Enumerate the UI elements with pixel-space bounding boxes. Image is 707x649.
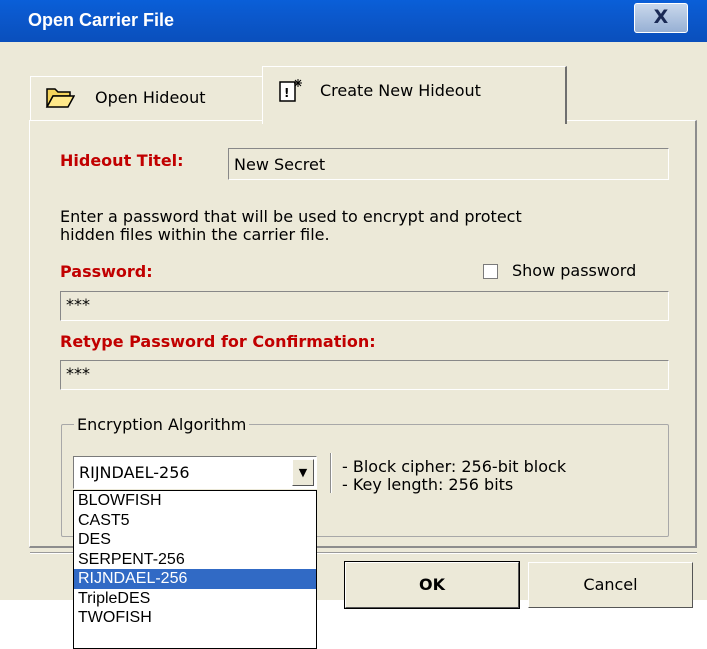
- cancel-button[interactable]: Cancel: [528, 562, 693, 608]
- password-input[interactable]: ***: [60, 291, 669, 321]
- show-password-label[interactable]: Show password: [512, 262, 636, 280]
- tab-open-hideout[interactable]: Open Hideout: [30, 76, 264, 120]
- folder-open-icon: [45, 88, 75, 108]
- show-password-checkbox[interactable]: [483, 264, 498, 279]
- tab-open-hideout-label: Open Hideout: [95, 88, 206, 107]
- tab-create-new-hideout[interactable]: ! Create New Hideout: [262, 66, 567, 124]
- algorithm-option-highlighted[interactable]: RIJNDAEL-256: [74, 569, 316, 589]
- instructions-line-1: Enter a password that will be used to en…: [60, 207, 522, 226]
- svg-text:!: !: [284, 86, 289, 100]
- algorithm-info: - Block cipher: 256-bit block - Key leng…: [342, 458, 566, 494]
- retype-password-input[interactable]: ***: [60, 360, 669, 390]
- chevron-down-icon: ▼: [298, 466, 308, 479]
- encryption-algorithm-legend: Encryption Algorithm: [74, 415, 250, 434]
- algorithm-info-line-2: - Key length: 256 bits: [342, 475, 514, 494]
- window-title: Open Carrier File: [28, 10, 175, 30]
- info-separator: [330, 453, 332, 493]
- algorithm-dropdown-list[interactable]: BLOWFISH CAST5 DES SERPENT-256 RIJNDAEL-…: [73, 490, 317, 649]
- password-label: Password:: [60, 262, 153, 281]
- close-button[interactable]: X: [634, 3, 688, 33]
- retype-password-label: Retype Password for Confirmation:: [60, 332, 376, 351]
- title-bar[interactable]: Open Carrier File X: [0, 0, 707, 42]
- dropdown-arrow-button[interactable]: ▼: [292, 459, 314, 486]
- instructions-line-2: hidden files within the carrier file.: [60, 225, 330, 244]
- algorithm-option[interactable]: TripleDES: [74, 589, 316, 609]
- retype-password-value: ***: [66, 364, 90, 383]
- encryption-algorithm-select[interactable]: RIJNDAEL-256 ▼: [73, 456, 317, 489]
- password-value: ***: [66, 295, 90, 314]
- algorithm-info-line-1: - Block cipher: 256-bit block: [342, 457, 567, 476]
- algorithm-option[interactable]: DES: [74, 530, 316, 550]
- hideout-title-input[interactable]: New Secret: [228, 148, 669, 180]
- new-document-icon: !: [279, 79, 302, 102]
- ok-button[interactable]: OK: [344, 561, 520, 609]
- selected-algorithm: RIJNDAEL-256: [79, 463, 190, 482]
- tab-create-new-hideout-label: Create New Hideout: [320, 81, 481, 100]
- algorithm-option[interactable]: CAST5: [74, 511, 316, 531]
- algorithm-option[interactable]: BLOWFISH: [74, 491, 316, 511]
- hideout-title-value: New Secret: [234, 155, 326, 174]
- close-icon: X: [653, 6, 669, 28]
- password-instructions: Enter a password that will be used to en…: [60, 208, 522, 244]
- hideout-title-label: Hideout Titel:: [60, 151, 184, 170]
- algorithm-option[interactable]: SERPENT-256: [74, 550, 316, 570]
- algorithm-option[interactable]: TWOFISH: [74, 608, 316, 628]
